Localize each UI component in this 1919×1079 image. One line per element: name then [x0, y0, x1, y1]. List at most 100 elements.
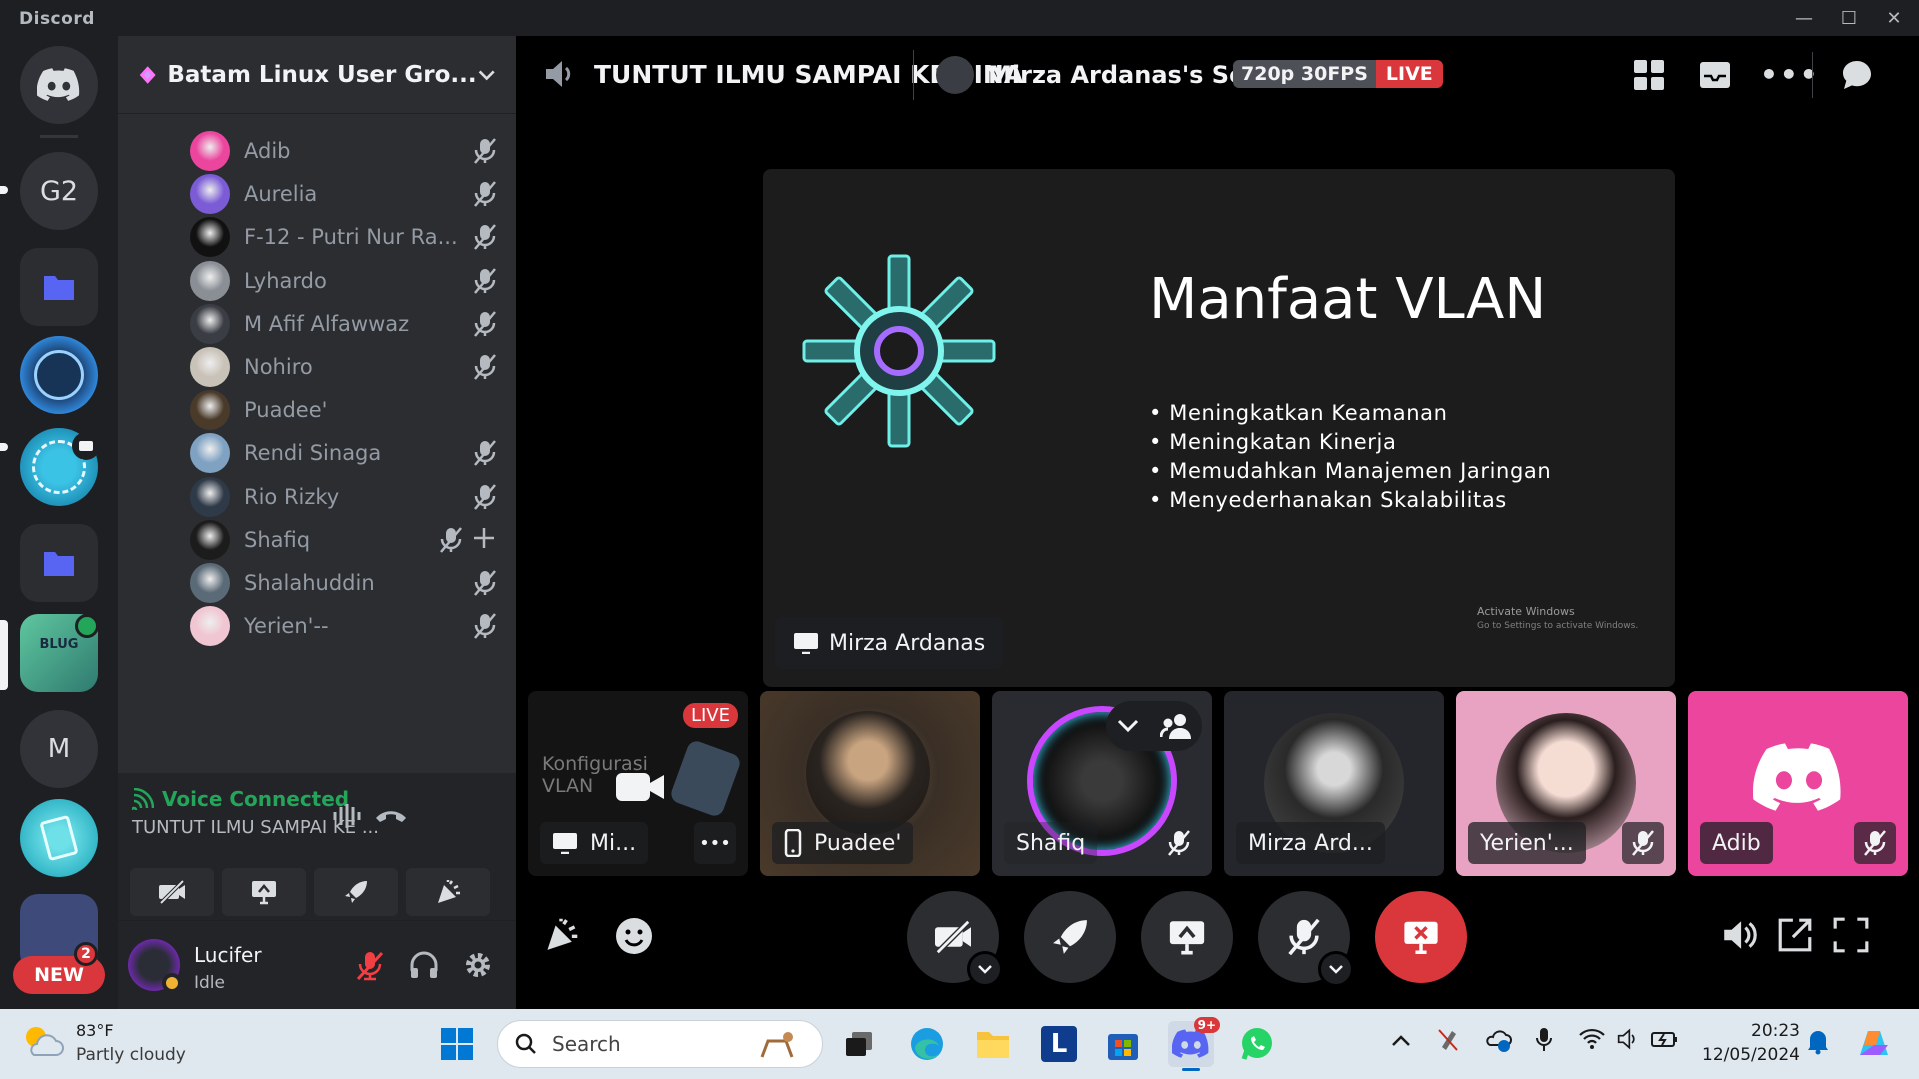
voice-member[interactable]: Shafiq	[190, 517, 500, 563]
onedrive-status-icon[interactable]	[1484, 1027, 1512, 1057]
rocket-icon	[345, 881, 367, 903]
microphone-icon[interactable]	[1534, 1026, 1554, 1058]
server-avatar-1[interactable]	[20, 336, 98, 414]
user-name[interactable]: Lucifer	[194, 943, 262, 967]
voice-status[interactable]: Voice Connected	[132, 787, 349, 811]
server-g2[interactable]: G2	[20, 152, 98, 230]
speaker-icon[interactable]	[1614, 1027, 1642, 1055]
task-view-button[interactable]	[836, 1021, 882, 1067]
soundboard-button[interactable]	[406, 868, 490, 916]
voice-connection-panel: Voice Connected TUNTUT ILMU SAMPAI KE ..…	[118, 773, 516, 921]
inbox-icon[interactable]	[1698, 58, 1732, 96]
mic-muted-icon	[472, 180, 500, 208]
discord-home-button[interactable]	[20, 46, 98, 124]
camera-off-icon	[159, 879, 185, 905]
close-button[interactable]: ✕	[1872, 0, 1916, 36]
whatsapp-icon	[1241, 1028, 1272, 1060]
participant-tile-adib[interactable]: Adib	[1688, 691, 1908, 876]
server-m[interactable]: M	[20, 710, 98, 788]
copilot-icon[interactable]	[1852, 1021, 1896, 1069]
voice-member[interactable]: Aurelia	[190, 171, 500, 217]
emoji-icon[interactable]	[614, 916, 654, 960]
store-app[interactable]	[1100, 1021, 1146, 1067]
participant-tile-mirza[interactable]: Mirza Ard...	[1224, 691, 1444, 876]
server-rail: G2 BLUG M NEW 2	[0, 36, 118, 1009]
maximize-button[interactable]: ☐	[1827, 0, 1871, 36]
start-button[interactable]	[434, 1021, 480, 1067]
voice-member[interactable]: F-12 - Putri Nur Ra...	[190, 214, 500, 260]
server-avatar-3[interactable]	[20, 799, 98, 877]
voice-member[interactable]: Puadee'	[190, 387, 500, 433]
voice-member[interactable]: Yerien'--	[190, 603, 500, 649]
server-folder-1[interactable]	[20, 248, 98, 326]
notification-bell-icon[interactable]	[1806, 1027, 1830, 1059]
volume-icon[interactable]	[1720, 916, 1758, 958]
stream-stage: TUNTUT ILMU SAMPAI KE CINA Mirza Ardanas…	[516, 36, 1919, 1009]
noise-suppression-icon[interactable]	[332, 803, 362, 833]
wifi-icon[interactable]	[1578, 1027, 1606, 1055]
edge-app[interactable]	[904, 1021, 950, 1067]
weather-icon[interactable]	[20, 1021, 64, 1065]
tile-expand-controls[interactable]	[1106, 701, 1202, 751]
camera-off-button[interactable]	[130, 868, 214, 916]
pop-out-icon[interactable]	[1776, 916, 1814, 958]
avatar	[190, 519, 230, 560]
taskbar-search[interactable]: Search	[497, 1020, 823, 1068]
disconnect-icon[interactable]	[374, 803, 408, 831]
activate-windows-watermark: Activate Windows Go to Settings to activ…	[1477, 605, 1639, 631]
voice-member[interactable]: M Afif Alfawwaz	[190, 301, 500, 347]
participant-tag: Yerien'...	[1468, 822, 1586, 864]
stage-header: TUNTUT ILMU SAMPAI KE CINA Mirza Ardanas…	[516, 36, 1919, 114]
voice-member[interactable]: Shalahuddin	[190, 560, 500, 606]
share-screen-button[interactable]	[222, 868, 306, 916]
tile-more-icon[interactable]: •••	[694, 822, 736, 864]
participant-tile-yerien[interactable]: Yerien'...	[1456, 691, 1676, 876]
discord-taskbar-app[interactable]: 9+	[1168, 1017, 1220, 1071]
mic-options-chevron[interactable]	[1318, 951, 1354, 987]
fullscreen-icon[interactable]	[1832, 916, 1870, 958]
voice-member[interactable]: Nohiro	[190, 344, 500, 390]
search-icon	[515, 1033, 536, 1054]
chevron-down-icon	[478, 70, 495, 80]
show-hidden-icons-chevron[interactable]	[1390, 1029, 1412, 1053]
voice-member[interactable]: Rendi Sinaga	[190, 430, 500, 476]
mic-toggle-button[interactable]	[1258, 891, 1354, 987]
voice-member[interactable]: Adib	[190, 128, 500, 174]
add-icon[interactable]	[472, 526, 500, 554]
voice-member[interactable]: Lyhardo	[190, 258, 500, 304]
main-stream-view[interactable]: Manfaat VLAN Meningkatkan Keamanan Menin…	[763, 169, 1675, 687]
weather-desc: Partly cloudy	[76, 1045, 186, 1065]
camera-options-chevron[interactable]	[967, 951, 1003, 987]
headphones-icon[interactable]	[408, 949, 440, 985]
participant-tile-shafiq[interactable]: Shafiq	[992, 691, 1212, 876]
camera-toggle-button[interactable]	[907, 891, 1003, 987]
participant-tile-stream[interactable]: Konfigurasi VLAN LIVE Mi... •••	[528, 691, 748, 876]
chat-bubble-icon[interactable]	[1840, 58, 1874, 96]
mute-mic-icon[interactable]	[354, 949, 386, 985]
voice-member[interactable]: Rio Rizky	[190, 474, 500, 520]
leave-call-button[interactable]	[1375, 891, 1467, 983]
more-options-icon[interactable]: •••	[1760, 58, 1820, 91]
activities-button[interactable]	[314, 868, 398, 916]
participant-tile-puadee[interactable]: Puadee'	[760, 691, 980, 876]
l-app[interactable]: L	[1036, 1021, 1082, 1067]
battery-icon[interactable]	[1650, 1027, 1680, 1055]
minimize-button[interactable]: —	[1782, 0, 1826, 36]
clock-time[interactable]: 20:23	[1690, 1021, 1800, 1041]
pen-off-icon[interactable]	[1436, 1027, 1460, 1057]
grid-view-icon[interactable]	[1632, 58, 1666, 96]
soundboard-icon	[438, 880, 460, 903]
server-folder-2[interactable]	[20, 524, 98, 602]
participant-tag: Adib	[1700, 822, 1773, 864]
whatsapp-app[interactable]	[1234, 1021, 1280, 1067]
user-status: Idle	[194, 973, 225, 993]
mic-muted-icon	[472, 267, 500, 295]
soundboard-icon[interactable]	[542, 916, 580, 958]
clock-date[interactable]: 12/05/2024	[1690, 1045, 1800, 1065]
activities-button[interactable]	[1024, 891, 1116, 983]
guild-header[interactable]: Batam Linux User Gro...	[118, 36, 516, 114]
share-screen-button[interactable]	[1141, 891, 1233, 983]
gear-icon[interactable]	[462, 949, 494, 985]
file-explorer-app[interactable]	[970, 1021, 1016, 1067]
avatar	[190, 260, 230, 301]
